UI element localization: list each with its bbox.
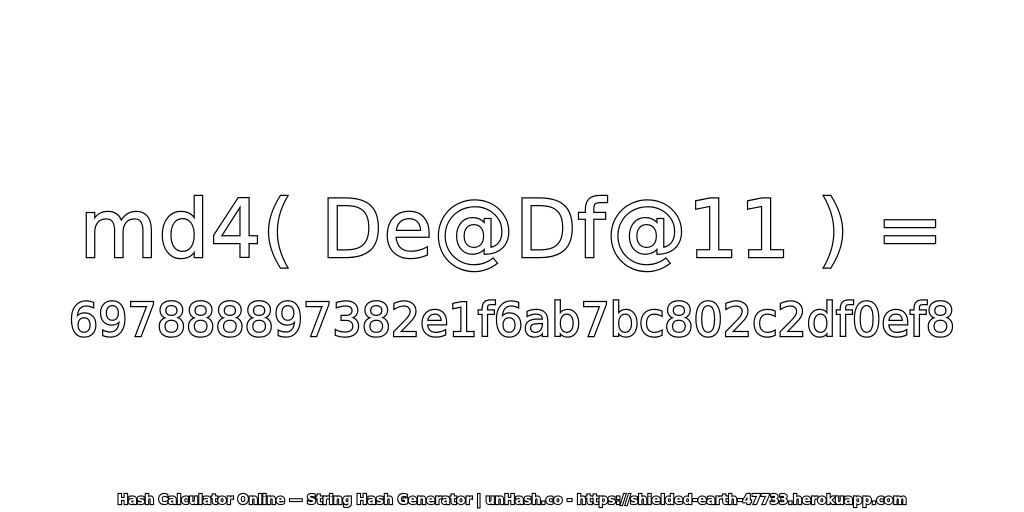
hash-expression: md4( De@Df@11 ) = (78, 182, 945, 278)
hash-result: 697888897382e1f6ab7bc802c2df0ef8 (68, 292, 957, 349)
image-canvas: md4( De@Df@11 ) = 697888897382e1f6ab7bc8… (0, 0, 1024, 512)
footer-watermark: Hash Calculator Online — String Hash Gen… (116, 492, 908, 509)
